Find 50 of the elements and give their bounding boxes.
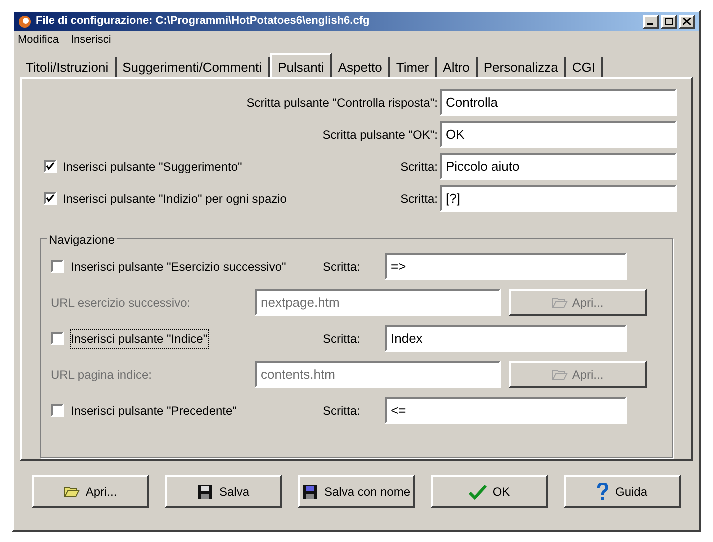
maximize-icon[interactable] (661, 14, 677, 28)
checkbox[interactable] (51, 404, 64, 417)
dialog-button[interactable]: OK (431, 475, 548, 508)
text-field[interactable]: Index (385, 325, 627, 352)
checkbox-label[interactable]: Inserisci pulsante "Indizio" per ogni spazio (63, 190, 287, 208)
tab[interactable]: CGI (566, 57, 604, 77)
field-label: Scritta pulsante "OK": (322, 126, 438, 144)
dialog-button[interactable]: Salva (165, 475, 282, 508)
dialog-button[interactable]: Apri... (32, 475, 149, 508)
field-label: Scritta: (323, 330, 362, 348)
text-field[interactable]: <= (385, 397, 627, 424)
window-title: File di configurazione: C:\Programmi\HotPotatoes6\english6.cfg (36, 14, 370, 30)
field-label: URL pagina indice: (51, 366, 153, 384)
field-label: Scritta: (323, 258, 362, 276)
checkbox-label[interactable]: Inserisci pulsante "Esercizio successivo" (70, 256, 288, 276)
field-label: Scritta: (400, 190, 438, 208)
dialog-button[interactable]: Salva con nome (298, 475, 415, 508)
tab[interactable]: Pulsanti (270, 53, 332, 77)
folder-icon (552, 296, 568, 308)
text-field[interactable]: OK (440, 121, 677, 148)
question-mark-icon (597, 482, 610, 500)
checkbox[interactable] (44, 160, 57, 173)
tab[interactable]: Titoli/Istruzioni (20, 57, 117, 77)
checkbox[interactable] (51, 332, 64, 345)
checkbox-label[interactable]: Inserisci pulsante "Indice" (70, 328, 209, 348)
text-field[interactable]: Controlla (440, 89, 677, 116)
close-icon[interactable] (679, 14, 695, 28)
app-icon (18, 14, 32, 28)
folder-icon (552, 368, 568, 380)
checkbox-label[interactable]: Inserisci pulsante "Precedente" (70, 400, 238, 420)
tab[interactable]: Altro (437, 57, 478, 77)
field-label: Scritta: (323, 402, 362, 420)
field-label: URL esercizio successivo: (51, 294, 192, 312)
field-label: Scritta pulsante "Controlla risposta": (246, 94, 438, 112)
tab[interactable]: Timer (390, 57, 438, 77)
checkbox[interactable] (51, 260, 64, 273)
text-field[interactable]: => (385, 253, 627, 280)
text-field[interactable]: [?] (440, 185, 677, 212)
minimize-icon[interactable] (643, 14, 659, 28)
checkbox-label[interactable]: Inserisci pulsante "Suggerimento" (63, 158, 242, 176)
folder-icon (64, 486, 80, 498)
checkmark-icon (468, 484, 487, 500)
text-field[interactable]: Piccolo aiuto (440, 153, 677, 180)
dialog-button[interactable]: Guida (564, 475, 681, 508)
menu-item[interactable]: Inserisci (70, 32, 112, 48)
tab[interactable]: Aspetto (332, 57, 390, 77)
checkbox[interactable] (44, 192, 57, 205)
menu-item[interactable]: Modifica (18, 32, 59, 48)
tab[interactable]: Personalizza (478, 57, 566, 77)
field-label: Scritta: (400, 158, 438, 176)
